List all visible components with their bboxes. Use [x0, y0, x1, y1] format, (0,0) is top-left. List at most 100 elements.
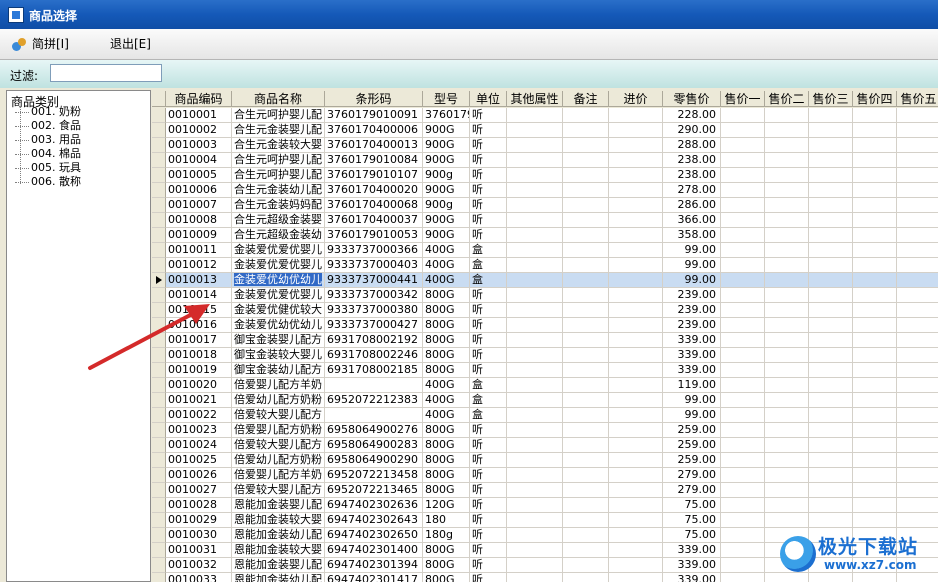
- table-cell[interactable]: 339.00: [663, 363, 721, 378]
- table-row[interactable]: 0010001 合生元呵护婴儿配 3760179010091 3760179 听 228.…: [152, 108, 938, 123]
- table-cell[interactable]: 0010023: [166, 423, 232, 438]
- table-cell[interactable]: 倍爱较大婴儿配方: [232, 438, 325, 453]
- table-cell[interactable]: [809, 483, 853, 498]
- table-cell[interactable]: 0010007: [166, 198, 232, 213]
- table-cell[interactable]: 合生元金装较大婴: [232, 138, 325, 153]
- table-cell[interactable]: [765, 213, 809, 228]
- table-cell[interactable]: [721, 408, 765, 423]
- table-cell[interactable]: 听: [470, 198, 507, 213]
- table-cell[interactable]: 倍爱婴儿配方羊奶: [232, 468, 325, 483]
- table-cell[interactable]: 75.00: [663, 498, 721, 513]
- table-cell[interactable]: [721, 213, 765, 228]
- table-cell[interactable]: 900G: [423, 138, 470, 153]
- table-cell[interactable]: 恩能加金装较大婴: [232, 513, 325, 528]
- table-cell[interactable]: 听: [470, 168, 507, 183]
- tree-item[interactable]: 003. 用品: [15, 133, 81, 147]
- table-cell[interactable]: [609, 363, 663, 378]
- table-cell[interactable]: 0010015: [166, 303, 232, 318]
- table-cell[interactable]: [721, 138, 765, 153]
- table-cell[interactable]: [507, 243, 563, 258]
- table-cell[interactable]: [809, 108, 853, 123]
- table-cell[interactable]: [507, 123, 563, 138]
- table-cell[interactable]: [765, 363, 809, 378]
- table-cell[interactable]: [853, 453, 897, 468]
- table-cell[interactable]: [609, 543, 663, 558]
- row-indicator[interactable]: [152, 198, 166, 213]
- row-indicator[interactable]: [152, 258, 166, 273]
- table-cell[interactable]: [609, 108, 663, 123]
- table-cell[interactable]: [853, 273, 897, 288]
- table-cell[interactable]: [563, 183, 609, 198]
- table-cell[interactable]: 238.00: [663, 168, 721, 183]
- table-cell[interactable]: [897, 513, 938, 528]
- table-cell[interactable]: 金装爱优爱优婴儿: [232, 243, 325, 258]
- table-cell[interactable]: [897, 198, 938, 213]
- table-cell[interactable]: 6931708002246: [325, 348, 423, 363]
- table-cell[interactable]: [609, 348, 663, 363]
- table-cell[interactable]: 听: [470, 468, 507, 483]
- table-cell[interactable]: [507, 318, 563, 333]
- table-cell[interactable]: [853, 168, 897, 183]
- table-cell[interactable]: [609, 378, 663, 393]
- table-cell[interactable]: 合生元呵护婴儿配: [232, 153, 325, 168]
- table-cell[interactable]: 0010018: [166, 348, 232, 363]
- table-cell[interactable]: 合生元呵护婴儿配: [232, 168, 325, 183]
- table-cell[interactable]: [853, 408, 897, 423]
- table-cell[interactable]: [563, 348, 609, 363]
- table-cell[interactable]: [563, 123, 609, 138]
- table-cell[interactable]: 0010022: [166, 408, 232, 423]
- table-cell[interactable]: 120G: [423, 498, 470, 513]
- table-row[interactable]: 0010024 倍爱较大婴儿配方 6958064900283 800G 听 259.00: [152, 438, 938, 453]
- row-indicator[interactable]: [152, 573, 166, 582]
- tree-item[interactable]: 004. 棉品: [15, 147, 81, 161]
- table-cell[interactable]: [809, 228, 853, 243]
- table-row[interactable]: 0010006 合生元金装幼儿配 3760170400020 900G 听 278.00: [152, 183, 938, 198]
- table-cell[interactable]: 御宝金装较大婴儿: [232, 348, 325, 363]
- table-cell[interactable]: [897, 378, 938, 393]
- table-cell[interactable]: [765, 333, 809, 348]
- column-header[interactable]: 条形码: [325, 91, 423, 107]
- table-cell[interactable]: [609, 138, 663, 153]
- table-cell[interactable]: [507, 228, 563, 243]
- table-cell[interactable]: [507, 423, 563, 438]
- table-cell[interactable]: 180: [423, 513, 470, 528]
- table-cell[interactable]: 358.00: [663, 228, 721, 243]
- table-cell[interactable]: 0010014: [166, 288, 232, 303]
- table-cell[interactable]: [721, 123, 765, 138]
- table-cell[interactable]: 6952072212383: [325, 393, 423, 408]
- table-cell[interactable]: [563, 543, 609, 558]
- table-cell[interactable]: [809, 123, 853, 138]
- table-cell[interactable]: 3760179010091: [325, 108, 423, 123]
- table-cell[interactable]: [853, 243, 897, 258]
- table-cell[interactable]: 800G: [423, 468, 470, 483]
- table-cell[interactable]: 6931708002192: [325, 333, 423, 348]
- table-cell[interactable]: [809, 288, 853, 303]
- table-cell[interactable]: [765, 348, 809, 363]
- table-cell[interactable]: 听: [470, 228, 507, 243]
- table-cell[interactable]: [765, 513, 809, 528]
- row-indicator[interactable]: [152, 273, 166, 288]
- table-cell[interactable]: 800G: [423, 303, 470, 318]
- table-cell[interactable]: 6947402301394: [325, 558, 423, 573]
- table-cell[interactable]: [721, 258, 765, 273]
- table-cell[interactable]: [765, 318, 809, 333]
- table-cell[interactable]: 339.00: [663, 558, 721, 573]
- table-cell[interactable]: [507, 168, 563, 183]
- table-cell[interactable]: [897, 123, 938, 138]
- table-cell[interactable]: 400G: [423, 393, 470, 408]
- table-cell[interactable]: [563, 168, 609, 183]
- table-cell[interactable]: [853, 483, 897, 498]
- table-cell[interactable]: 800G: [423, 318, 470, 333]
- table-cell[interactable]: 259.00: [663, 453, 721, 468]
- table-cell[interactable]: [853, 198, 897, 213]
- table-cell[interactable]: 盒: [470, 258, 507, 273]
- table-cell[interactable]: 800G: [423, 288, 470, 303]
- table-cell[interactable]: 3760170400020: [325, 183, 423, 198]
- table-cell[interactable]: [609, 558, 663, 573]
- table-cell[interactable]: 听: [470, 513, 507, 528]
- table-row[interactable]: 0010021 倍爱幼儿配方奶粉 6952072212383 400G 盒 99.00: [152, 393, 938, 408]
- table-cell[interactable]: [721, 273, 765, 288]
- row-indicator[interactable]: [152, 213, 166, 228]
- table-row[interactable]: 0010005 合生元呵护婴儿配 3760179010107 900g 听 238.00: [152, 168, 938, 183]
- table-cell[interactable]: [897, 288, 938, 303]
